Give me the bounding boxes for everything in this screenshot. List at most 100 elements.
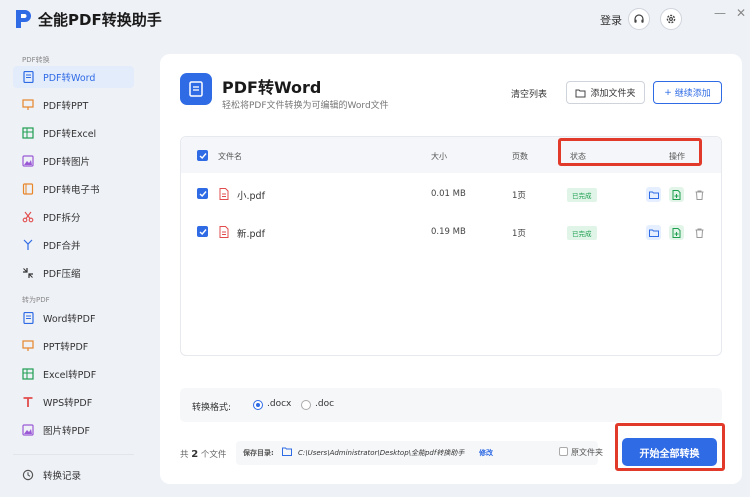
sidebar-item-image-to-pdf[interactable]: 图片转PDF <box>13 419 134 441</box>
sidebar-item-label: PDF转Excel <box>43 129 97 140</box>
pdf-file-icon <box>219 226 229 238</box>
document-icon <box>22 71 34 83</box>
format-docx-radio[interactable] <box>253 400 263 410</box>
folder-icon <box>648 229 659 237</box>
history-icon <box>22 469 34 481</box>
sidebar-item-ppt-to-pdf[interactable]: PPT转PDF <box>13 335 134 357</box>
column-name: 文件名 <box>218 152 242 161</box>
book-icon <box>22 183 34 195</box>
sidebar-item-label: PDF转电子书 <box>43 185 100 196</box>
checkmark-icon <box>199 228 207 235</box>
format-docx-label: .docx <box>267 399 292 409</box>
file-pages: 1页 <box>512 229 526 239</box>
folder-icon <box>648 191 659 199</box>
table-row: 小.pdf 0.01 MB 1页 已完成 <box>181 175 721 213</box>
sidebar-item-pdf-to-word[interactable]: PDF转Word <box>13 66 134 88</box>
table-row: 新.pdf 0.19 MB 1页 已完成 <box>181 213 721 251</box>
checkmark-icon <box>199 190 207 197</box>
sidebar-item-label: PDF转Word <box>43 73 96 84</box>
close-button[interactable]: ✕ <box>736 6 746 20</box>
open-file-button[interactable] <box>669 187 684 202</box>
trash-icon <box>695 228 704 238</box>
row-checkbox[interactable] <box>197 226 208 237</box>
sidebar-item-pdf-compress[interactable]: PDF压缩 <box>13 262 134 284</box>
file-table: 文件名 大小 页数 状态 操作 小.pdf 0.01 MB 1页 已完成 新.p… <box>180 136 722 356</box>
select-all-checkbox[interactable] <box>197 150 208 161</box>
plus-icon: + <box>664 87 672 98</box>
app-logo-icon <box>16 10 31 28</box>
main-panel: PDF转Word 轻松将PDF文件转换为可编辑的Word文件 清空列表 添加文件… <box>160 54 742 484</box>
image-icon <box>22 424 34 436</box>
login-link[interactable]: 登录 <box>600 12 622 28</box>
add-folder-button[interactable]: 添加文件夹 <box>566 81 645 104</box>
sidebar-divider <box>13 454 134 455</box>
original-folder-checkbox[interactable] <box>559 447 568 456</box>
sidebar-item-label: PPT转PDF <box>43 342 89 353</box>
spreadsheet-icon <box>22 368 34 380</box>
delete-button[interactable] <box>692 225 707 240</box>
page-title: PDF转Word <box>222 78 322 97</box>
status-badge: 已完成 <box>567 188 597 202</box>
sidebar: PDF转换 PDF转Word PDF转PPT PDF转Excel PDF转图片 … <box>0 48 148 497</box>
original-folder-label: 原文件夹 <box>571 448 603 457</box>
sidebar-item-label: Word转PDF <box>43 314 96 325</box>
presentation-icon <box>22 340 34 352</box>
image-icon <box>22 155 34 167</box>
page-subtitle: 轻松将PDF文件转换为可编辑的Word文件 <box>222 101 389 111</box>
file-pages: 1页 <box>512 191 526 201</box>
minimize-button[interactable]: — <box>714 6 726 20</box>
file-name: 新.pdf <box>237 229 265 240</box>
pdf-to-word-icon <box>180 73 212 105</box>
document-icon <box>22 312 34 324</box>
column-size: 大小 <box>431 152 447 161</box>
sidebar-item-label: PDF合并 <box>43 241 81 252</box>
sidebar-item-label: PDF压缩 <box>43 269 81 280</box>
sidebar-item-label: Excel转PDF <box>43 370 97 381</box>
sidebar-item-excel-to-pdf[interactable]: Excel转PDF <box>13 363 134 385</box>
sidebar-item-label: 转换记录 <box>43 471 82 482</box>
add-more-label: 继续添加 <box>674 89 711 99</box>
sidebar-item-pdf-to-ebook[interactable]: PDF转电子书 <box>13 178 134 200</box>
sidebar-item-pdf-to-excel[interactable]: PDF转Excel <box>13 122 134 144</box>
gear-icon <box>666 14 676 24</box>
row-checkbox[interactable] <box>197 188 208 199</box>
pdf-file-icon <box>219 188 229 200</box>
sidebar-item-history[interactable]: 转换记录 <box>13 464 134 486</box>
edit-path-link[interactable]: 修改 <box>479 448 493 458</box>
clear-list-button[interactable]: 清空列表 <box>511 87 547 100</box>
folder-icon <box>575 89 586 97</box>
checkmark-icon <box>199 152 207 159</box>
file-size: 0.01 MB <box>431 189 466 199</box>
trash-icon <box>695 190 704 200</box>
sidebar-item-label: WPS转PDF <box>43 398 93 409</box>
save-label: 保存目录: <box>243 449 274 457</box>
open-folder-button[interactable] <box>646 225 661 240</box>
presentation-icon <box>22 99 34 111</box>
sidebar-item-pdf-merge[interactable]: PDF合并 <box>13 234 134 256</box>
open-folder-button[interactable] <box>646 187 661 202</box>
sidebar-item-pdf-to-ppt[interactable]: PDF转PPT <box>13 94 134 116</box>
highlight-start-button <box>615 423 725 471</box>
column-pages: 页数 <box>512 152 528 161</box>
settings-button[interactable] <box>660 8 682 30</box>
format-label: 转换格式: <box>192 403 232 413</box>
scissors-icon <box>22 211 34 223</box>
headset-icon <box>634 14 644 23</box>
sidebar-item-pdf-to-image[interactable]: PDF转图片 <box>13 150 134 172</box>
sidebar-item-label: PDF转PPT <box>43 101 89 112</box>
sidebar-item-pdf-split[interactable]: PDF拆分 <box>13 206 134 228</box>
highlight-status-actions <box>558 138 702 166</box>
delete-button[interactable] <box>692 187 707 202</box>
file-count: 共 2 个文件 <box>180 449 227 460</box>
sidebar-item-wps-to-pdf[interactable]: WPS转PDF <box>13 391 134 413</box>
merge-icon <box>22 239 34 251</box>
spreadsheet-icon <box>22 127 34 139</box>
sidebar-item-word-to-pdf[interactable]: Word转PDF <box>13 307 134 329</box>
support-button[interactable] <box>628 8 650 30</box>
sidebar-item-label: PDF拆分 <box>43 213 81 224</box>
sidebar-item-label: 图片转PDF <box>43 426 91 437</box>
format-doc-radio[interactable] <box>301 400 311 410</box>
add-more-button[interactable]: + 继续添加 <box>653 81 722 104</box>
sidebar-section-pdf-convert: PDF转换 <box>22 56 50 64</box>
open-file-button[interactable] <box>669 225 684 240</box>
